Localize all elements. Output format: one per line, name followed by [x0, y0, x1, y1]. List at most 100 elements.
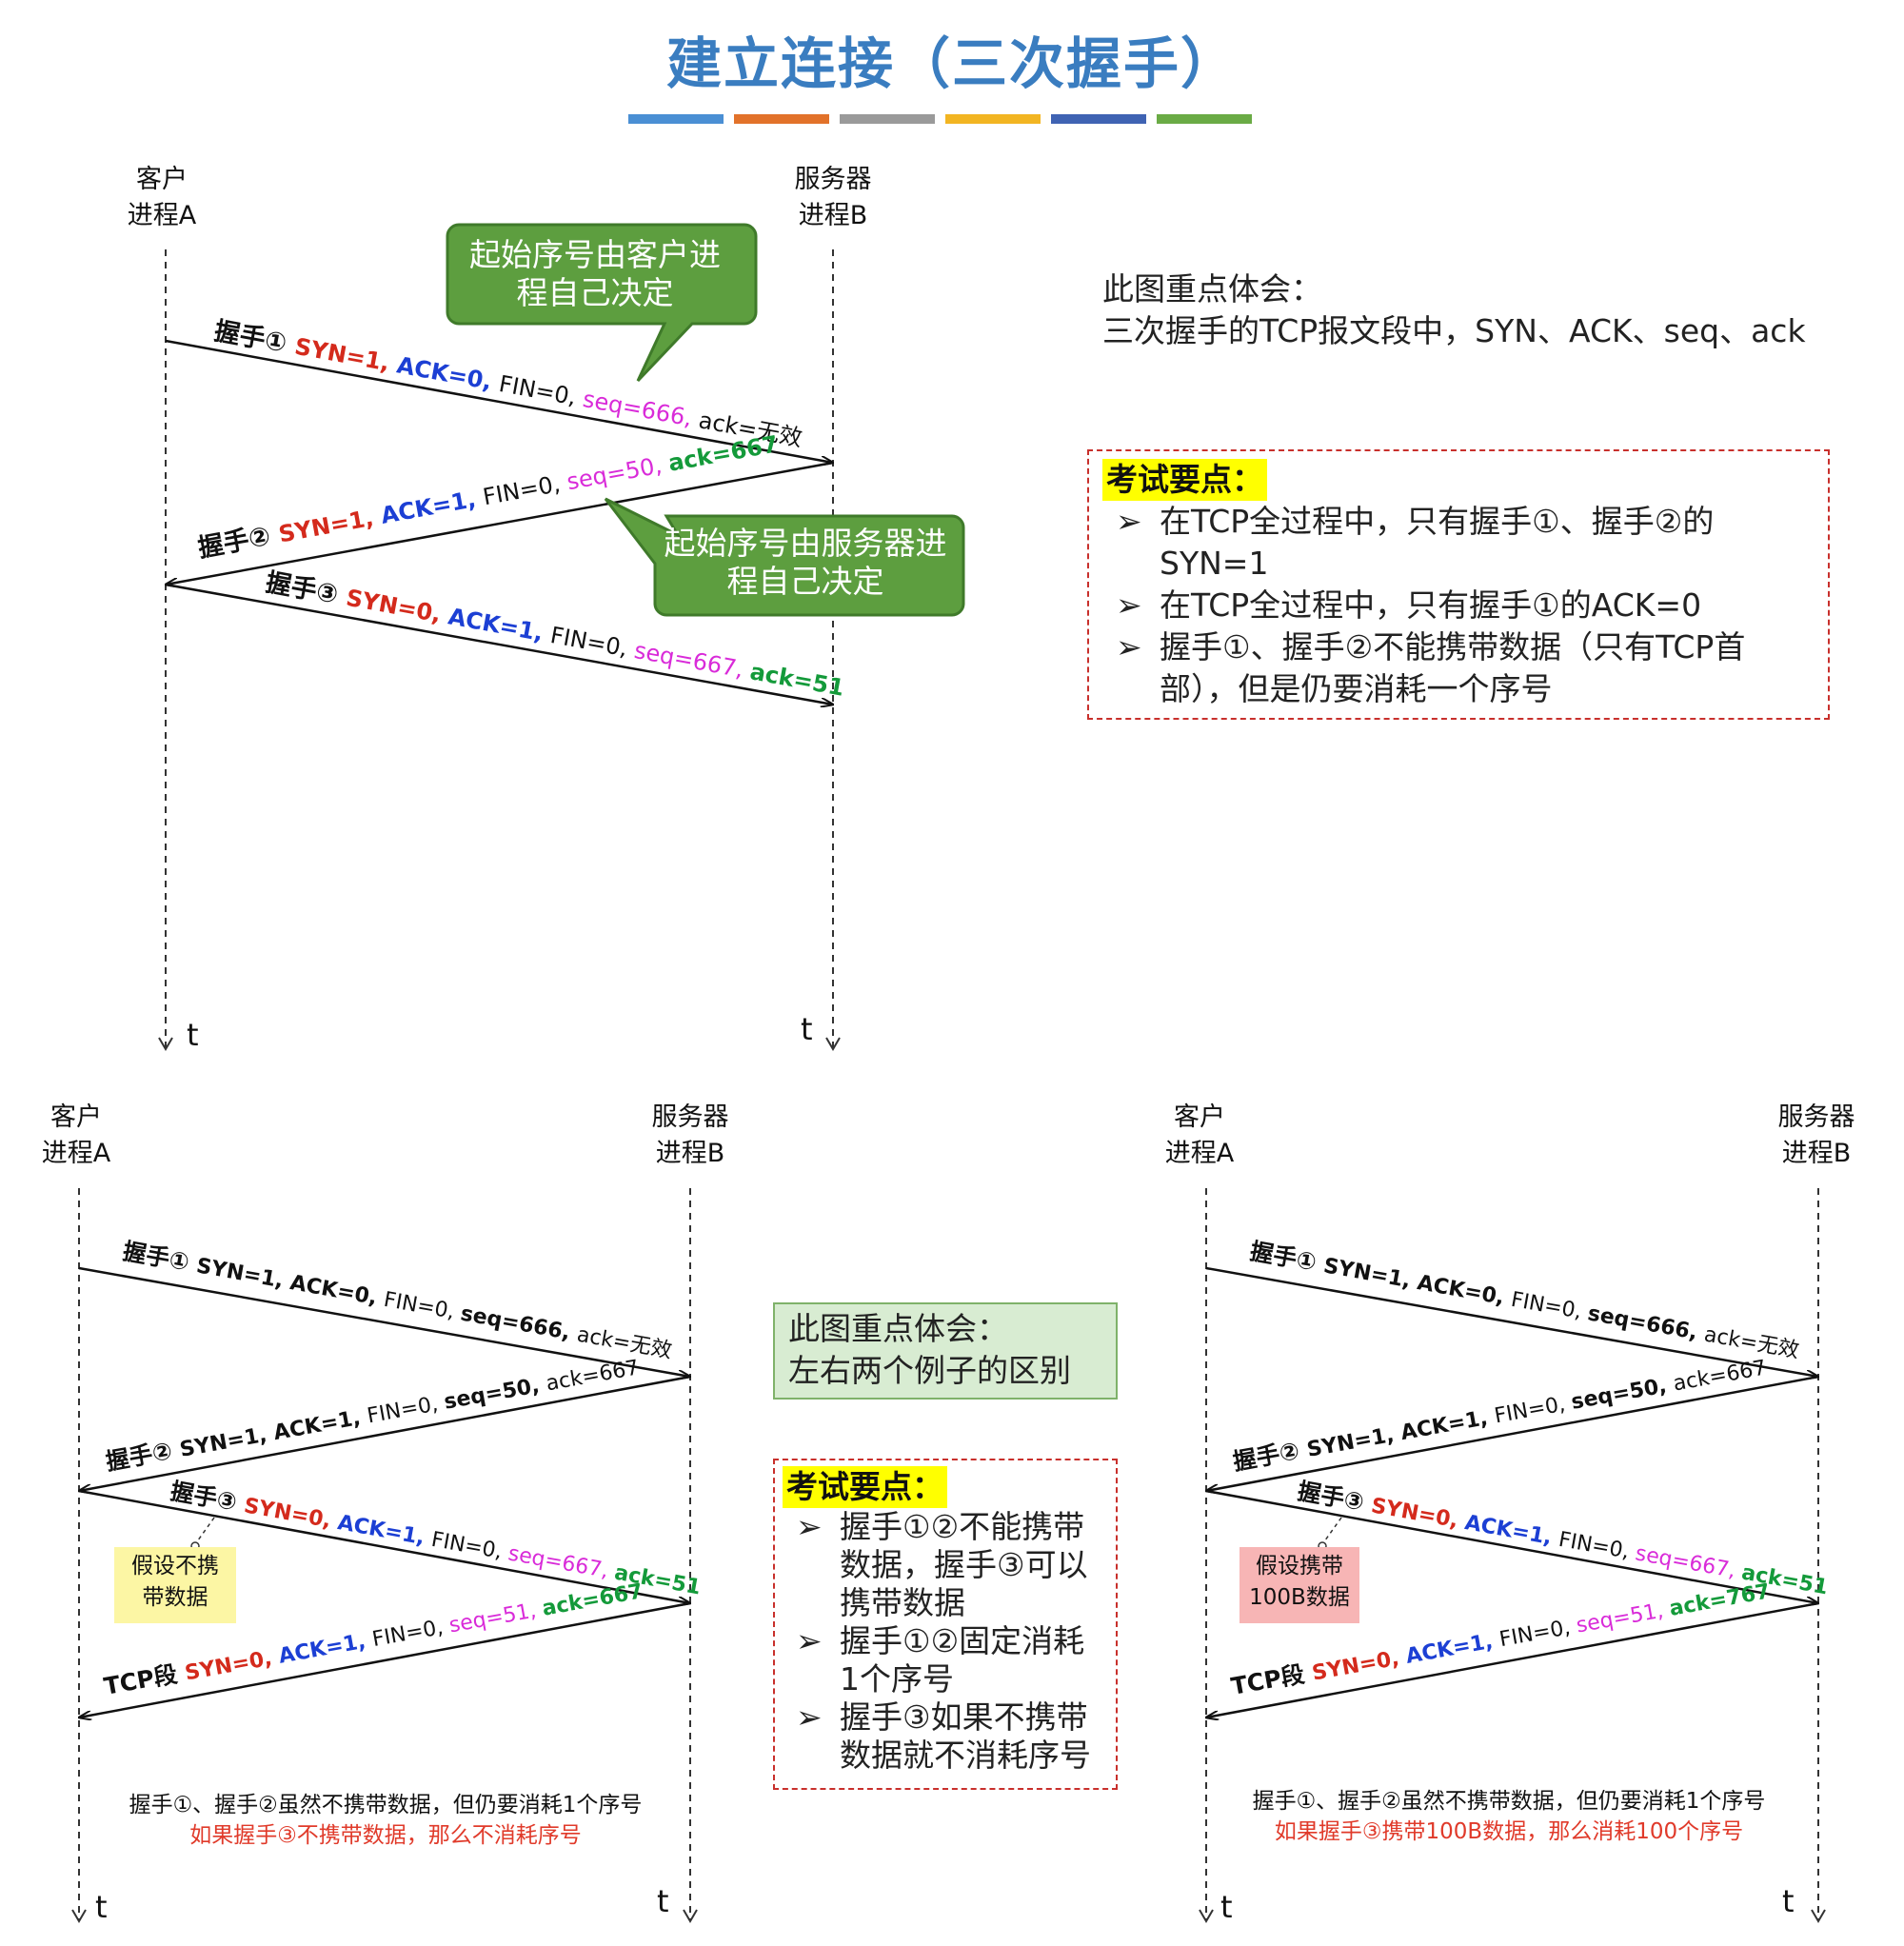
message-field: FIN=0, [481, 469, 569, 511]
message-field: ACK=0, [395, 351, 502, 396]
mid-exam-points-box: 考试要点： ➢ 握手①②不能携带 数据，握手③可以 携带数据 ➢ 握手①②固定消耗 1个序号… [773, 1459, 1118, 1790]
right-server-time-label: t [1782, 1883, 1795, 1919]
left-handshake1-label: 握手① SYN=1, ACK=0, FIN=0, seq=666, ack=无效 [121, 1237, 674, 1363]
left-server-time-label: t [657, 1883, 669, 1919]
left-handshake1-arrow [78, 1266, 690, 1377]
message-field: 握手① [1248, 1237, 1327, 1278]
right-handshake2-label: 握手② SYN=1, ACK=1, FIN=0, seq=50, ack=667 [1231, 1352, 1768, 1475]
message-field: ACK=1, [446, 603, 553, 647]
message-field: 握手② [196, 520, 282, 564]
message-field: ACK=0, [1416, 1271, 1514, 1311]
message-field: seq=50, [565, 450, 671, 495]
right-client-time-label: t [1220, 1889, 1233, 1925]
bullet-arrow-icon: ➢ [796, 1698, 823, 1736]
mid-exam-heading: 考试要点： [783, 1466, 947, 1508]
mid-exam-list: ➢ 握手①②不能携带 数据，握手③可以 携带数据 ➢ 握手①②固定消耗 1个序号 ➢ 握手③如果… [783, 1508, 1108, 1775]
top-handshake1-label: 握手① SYN=1, ACK=0, FIN=0, seq=666, ack=无效 [212, 316, 804, 452]
message-field: FIN=0, [1497, 1615, 1578, 1652]
message-field: FIN=0, [366, 1391, 446, 1428]
top-exam-heading: 考试要点： [1102, 459, 1267, 501]
message-field: ack=51 [748, 658, 846, 701]
right-handshake2-arrow [1206, 1375, 1819, 1491]
exam-point-line: 数据，握手③可以 [840, 1546, 1088, 1583]
message-field: ack=667 [1672, 1356, 1769, 1396]
message-field: seq=667, [632, 637, 753, 685]
right-with-data-callout: 假设携带 100B数据 [1240, 1547, 1359, 1623]
top-server-time-label: t [801, 1011, 813, 1047]
message-field: ack=667 [545, 1356, 642, 1396]
message-field: SYN=1, [292, 333, 399, 378]
top-client-time-label: t [187, 1017, 199, 1053]
top-server-label: 服务器 进程B [794, 165, 872, 230]
top-key-point-note: 此图重点体会： 三次握手的TCP报文段中，SYN、ACK、seq、ack [1102, 270, 1806, 349]
top-exam-points-box: 考试要点： ➢ 在TCP全过程中，只有握手①、握手②的 SYN=1 ➢ 在TCP全过程中… [1087, 449, 1830, 720]
message-field: FIN=0, [370, 1615, 451, 1652]
message-field: SYN=0, [242, 1494, 340, 1534]
message-field: SYN=1, [194, 1254, 292, 1294]
left-no-data-callout: 假设不携 带数据 [114, 1547, 236, 1623]
message-field: 握手① [121, 1237, 200, 1278]
message-field: ACK=1, [1463, 1511, 1561, 1551]
exam-point-line: 握手①②固定消耗 [840, 1622, 1085, 1659]
left-server-label: 服务器 进程B [651, 1102, 729, 1168]
left-handshake3-label: 握手③ SYN=0, ACK=1, FIN=0, seq=667, ack=51 [169, 1477, 704, 1599]
message-field: FIN=0, [1557, 1528, 1637, 1565]
exam-point-line: 握手③如果不携带 [840, 1698, 1088, 1736]
bullet-arrow-icon: ➢ [1116, 586, 1142, 624]
bullet-arrow-icon: ➢ [796, 1622, 823, 1659]
exam-point-line: 1个序号 [840, 1660, 954, 1698]
exam-point-line: 携带数据 [840, 1584, 965, 1621]
exam-point-line: 在TCP全过程中，只有握手①的ACK=0 [1160, 586, 1702, 624]
bullet-arrow-icon: ➢ [796, 1508, 823, 1545]
exam-point-line: 握手①、握手②不能携带数据（只有TCP首 [1160, 628, 1746, 665]
message-field: ACK=1, [1404, 1629, 1502, 1669]
message-field: SYN=0, [183, 1645, 281, 1685]
message-field: ACK=1, [277, 1628, 375, 1668]
message-field: ACK=1, [336, 1511, 434, 1551]
message-field: 握手② [1231, 1435, 1310, 1476]
message-field: seq=50, [1570, 1373, 1676, 1415]
exam-point-line: SYN=1 [1160, 545, 1269, 582]
page: 建立连接（三次握手） 握手① SYN=1, ACK=0, FIN=0, seq=… [0, 0, 1904, 1946]
message-field: SYN=0, [1369, 1494, 1467, 1534]
message-field: ack=无效 [1702, 1322, 1801, 1362]
bubble-client-seq-text: 起始序号由客户进程自己决定 [469, 236, 721, 311]
message-field: seq=51, [1575, 1598, 1672, 1638]
exam-point-item: ➢ 握手③如果不携带 数据就不消耗序号 [783, 1698, 1108, 1775]
right-handshake3-label: 握手③ SYN=0, ACK=1, FIN=0, seq=667, ack=51 [1296, 1477, 1831, 1599]
message-field: FIN=0, [1493, 1391, 1574, 1428]
exam-point-item: ➢ 握手①②固定消耗 1个序号 [783, 1622, 1108, 1698]
right-caption: 握手①、握手②虽然不携带数据，但仍要消耗1个序号 如果握手③携带100B数据，那… [1252, 1789, 1766, 1844]
message-field: 握手③ [1296, 1477, 1375, 1518]
bullet-arrow-icon: ➢ [1116, 503, 1142, 540]
right-handshake1-arrow [1205, 1266, 1818, 1377]
right-handshake1-label: 握手① SYN=1, ACK=0, FIN=0, seq=666, ack=无效 [1248, 1237, 1801, 1362]
left-handshake2-label: 握手② SYN=1, ACK=1, FIN=0, seq=50, ack=667 [104, 1352, 641, 1476]
exam-point-line: 部），但是仍要消耗一个序号 [1160, 670, 1553, 707]
exam-point-line: 握手①②不能携带 [840, 1508, 1085, 1545]
message-field: FIN=0, [382, 1288, 463, 1325]
left-handshake2-arrow [79, 1375, 691, 1491]
message-field: ACK=0, [288, 1271, 387, 1311]
message-field: FIN=0, [548, 622, 637, 664]
message-field: seq=51, [447, 1598, 545, 1638]
exam-point-item: ➢ 握手①②不能携带 数据，握手③可以 携带数据 [783, 1508, 1108, 1622]
message-field: seq=50, [443, 1373, 549, 1415]
mid-key-point-note: 此图重点体会： 左右两个例子的区别 [773, 1302, 1118, 1400]
exam-point-line: 数据就不消耗序号 [840, 1737, 1091, 1774]
left-client-time-label: t [95, 1889, 108, 1925]
message-field: 握手② [104, 1435, 183, 1476]
message-field: seq=667, [506, 1541, 617, 1584]
message-field: SYN=0, [344, 585, 450, 629]
message-field: FIN=0, [429, 1528, 510, 1565]
message-field: SYN=1, [277, 503, 384, 547]
exam-point-line: 在TCP全过程中，只有握手①、握手②的 [1160, 503, 1715, 540]
bubble-server-seq-text: 起始序号由服务器进程自己决定 [664, 525, 947, 600]
exam-point-item: ➢ 在TCP全过程中，只有握手①的ACK=0 [1102, 585, 1815, 626]
message-field: TCP段 [102, 1658, 188, 1700]
message-field: TCP段 [1229, 1658, 1315, 1700]
message-field: SYN=0, [1310, 1645, 1408, 1685]
message-field: ACK=1, [379, 485, 486, 529]
left-caption: 握手①、握手②虽然不携带数据，但仍要消耗1个序号 如果握手③不携带数据，那么不消… [129, 1793, 643, 1848]
exam-point-item: ➢ 握手①、握手②不能携带数据（只有TCP首 部），但是仍要消耗一个序号 [1102, 626, 1815, 710]
